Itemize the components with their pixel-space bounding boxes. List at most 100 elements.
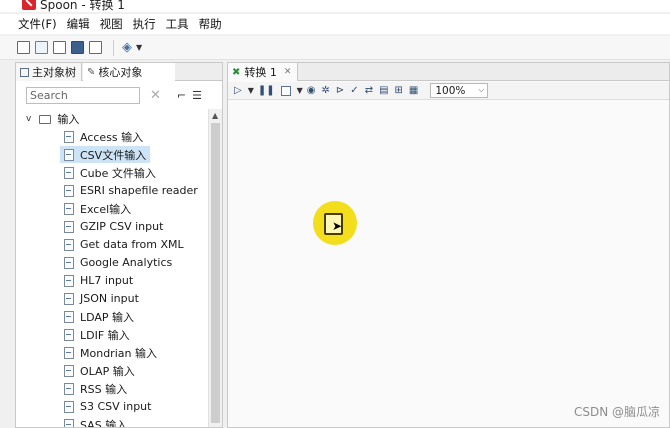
run-icon[interactable]: ▷ bbox=[234, 85, 242, 96]
menu-help[interactable]: 帮助 bbox=[199, 16, 222, 32]
tree-item-ldap[interactable]: LDAP 输入 bbox=[60, 308, 138, 325]
zoom-value: 100% bbox=[435, 84, 466, 97]
transformation-canvas[interactable]: ➤ bbox=[228, 101, 669, 427]
save-as-icon[interactable] bbox=[89, 41, 102, 54]
tree-item-label: Access 输入 bbox=[80, 130, 144, 144]
menu-run[interactable]: 执行 bbox=[133, 16, 156, 32]
tree-item-json[interactable]: JSON input bbox=[60, 290, 143, 307]
tab-main-tree[interactable]: 主对象树 bbox=[16, 63, 82, 81]
verify-icon[interactable]: ✓ bbox=[350, 85, 358, 96]
left-panel: 主对象树 ✎ 核心对象 ✕ ⌐ ☰ v 输入 Access 输入 CSV文件输入… bbox=[15, 62, 223, 428]
pencil-icon: ✎ bbox=[87, 66, 96, 78]
search-input[interactable] bbox=[26, 86, 140, 104]
tree-item-mondrian[interactable]: Mondrian 输入 bbox=[60, 344, 161, 361]
chevron-down-icon[interactable]: v bbox=[26, 114, 31, 124]
ldap-icon bbox=[64, 310, 74, 323]
access-input-icon bbox=[64, 130, 74, 143]
tree-item-ldif[interactable]: LDIF 输入 bbox=[60, 326, 134, 343]
cube-input-icon bbox=[64, 166, 74, 179]
pause-icon[interactable]: ❚❚ bbox=[258, 85, 275, 96]
tree-item-label: Google Analytics bbox=[80, 256, 173, 269]
folder-input[interactable]: v 输入 bbox=[26, 111, 79, 127]
tree-item-label: Get data from XML bbox=[80, 238, 184, 251]
open-folder-icon[interactable] bbox=[35, 41, 48, 54]
rss-icon bbox=[64, 382, 74, 395]
editor-tabs: ✖ 转换 1 ✕ bbox=[228, 63, 669, 81]
tree-item-label: JSON input bbox=[80, 292, 139, 305]
tree-item-excel-input[interactable]: Excel输入 bbox=[60, 200, 135, 217]
sql-icon[interactable]: ▤ bbox=[379, 85, 388, 96]
chevron-down-icon[interactable]: ▼ bbox=[136, 43, 142, 52]
mouse-cursor-icon: ➤ bbox=[332, 219, 343, 233]
editor-panel: ✖ 转换 1 ✕ ▷ ▼ ❚❚ ▼ ◉ ✲ ⊳ ✓ ⇄ ▤ ⊞ ▦ 100% ⌵… bbox=[227, 62, 670, 428]
tree-scrollbar[interactable]: ▲ bbox=[208, 109, 222, 427]
replay-icon[interactable]: ⊳ bbox=[336, 85, 344, 96]
tree-item-gzip-csv[interactable]: GZIP CSV input bbox=[60, 218, 167, 235]
menu-view[interactable]: 视图 bbox=[100, 16, 123, 32]
layers-icon[interactable]: ◈ bbox=[122, 40, 132, 55]
left-panel-tabs: 主对象树 ✎ 核心对象 bbox=[16, 63, 222, 81]
tree-item-label: CSV文件输入 bbox=[80, 148, 147, 162]
window-title: Spoon - 转换 1 bbox=[40, 0, 125, 12]
tree-item-label: Cube 文件输入 bbox=[80, 166, 156, 180]
chevron-down-icon[interactable]: ▼ bbox=[297, 86, 303, 95]
tree-item-esri-shapefile[interactable]: ESRI shapefile reader bbox=[60, 182, 202, 199]
debug-icon[interactable]: ✲ bbox=[322, 85, 330, 96]
tree-item-hl7[interactable]: HL7 input bbox=[60, 272, 137, 289]
save-icon[interactable] bbox=[71, 41, 84, 54]
tree-item-label: LDIF 输入 bbox=[80, 328, 130, 342]
menu-edit[interactable]: 编辑 bbox=[67, 16, 90, 32]
excel-input-icon bbox=[64, 202, 74, 215]
tree-item-cube-input[interactable]: Cube 文件输入 bbox=[60, 164, 160, 181]
expand-tree-icon[interactable]: ☰ bbox=[192, 89, 202, 102]
watermark: CSDN @脑瓜凉 bbox=[573, 405, 660, 419]
tree-item-access-input[interactable]: Access 输入 bbox=[60, 128, 147, 145]
toolbar-divider bbox=[113, 39, 114, 56]
chevron-down-icon[interactable]: ▼ bbox=[248, 86, 254, 95]
tree-item-csv-input[interactable]: CSV文件输入 bbox=[60, 146, 151, 163]
collapse-tree-icon[interactable]: ⌐ bbox=[177, 89, 186, 102]
hl7-icon bbox=[64, 274, 74, 287]
tree-item-label: HL7 input bbox=[80, 274, 134, 287]
tree-item-xml[interactable]: Get data from XML bbox=[60, 236, 188, 253]
s3-csv-icon bbox=[64, 400, 74, 413]
explore-repository-icon[interactable] bbox=[53, 41, 66, 54]
tree-item-rss[interactable]: RSS 输入 bbox=[60, 380, 131, 397]
steps-tree: v 输入 Access 输入 CSV文件输入 Cube 文件输入 ESRI sh… bbox=[16, 109, 208, 427]
tree-item-label: GZIP CSV input bbox=[80, 220, 164, 233]
esri-shapefile-icon bbox=[64, 184, 74, 197]
editor-toolbar: ▷ ▼ ❚❚ ▼ ◉ ✲ ⊳ ✓ ⇄ ▤ ⊞ ▦ 100% ⌵ bbox=[228, 82, 669, 100]
tree-item-google-analytics[interactable]: Google Analytics bbox=[60, 254, 176, 271]
sas-icon bbox=[64, 418, 74, 427]
preview-icon[interactable]: ◉ bbox=[307, 85, 316, 96]
chevron-down-icon[interactable]: ⌵ bbox=[478, 85, 484, 95]
tab-transformation-1[interactable]: ✖ 转换 1 ✕ bbox=[228, 63, 298, 81]
xml-icon bbox=[64, 238, 74, 251]
json-icon bbox=[64, 292, 74, 305]
menu-bar: 文件(F) 编辑 视图 执行 工具 帮助 bbox=[0, 14, 670, 34]
spoon-app-icon bbox=[22, 0, 36, 10]
zoom-select[interactable]: 100% ⌵ bbox=[430, 83, 489, 98]
scroll-up-icon[interactable]: ▲ bbox=[212, 111, 218, 120]
stop-icon[interactable] bbox=[280, 85, 291, 96]
mondrian-icon bbox=[64, 346, 74, 359]
csv-input-icon bbox=[64, 148, 74, 161]
folder-icon bbox=[39, 114, 52, 124]
new-file-icon[interactable] bbox=[17, 41, 30, 54]
grid-icon[interactable]: ▦ bbox=[409, 85, 418, 96]
menu-file[interactable]: 文件(F) bbox=[18, 16, 57, 32]
tree-item-sas[interactable]: SAS 输入 bbox=[60, 416, 131, 427]
tab-core-objects[interactable]: ✎ 核心对象 bbox=[83, 63, 175, 81]
tree-item-s3-csv[interactable]: S3 CSV input bbox=[60, 398, 155, 415]
clear-search-icon[interactable]: ✕ bbox=[150, 88, 161, 103]
title-bar: Spoon - 转换 1 bbox=[0, 0, 670, 12]
tree-item-olap[interactable]: OLAP 输入 bbox=[60, 362, 139, 379]
tree-item-label: ESRI shapefile reader bbox=[80, 184, 198, 197]
ldif-icon bbox=[64, 328, 74, 341]
scrollbar-thumb[interactable] bbox=[211, 123, 220, 423]
explore-db-icon[interactable]: ⊞ bbox=[395, 85, 403, 96]
impact-icon[interactable]: ⇄ bbox=[365, 85, 373, 96]
tree-item-label: RSS 输入 bbox=[80, 382, 128, 396]
menu-tools[interactable]: 工具 bbox=[166, 16, 189, 32]
close-icon[interactable]: ✕ bbox=[284, 67, 292, 77]
